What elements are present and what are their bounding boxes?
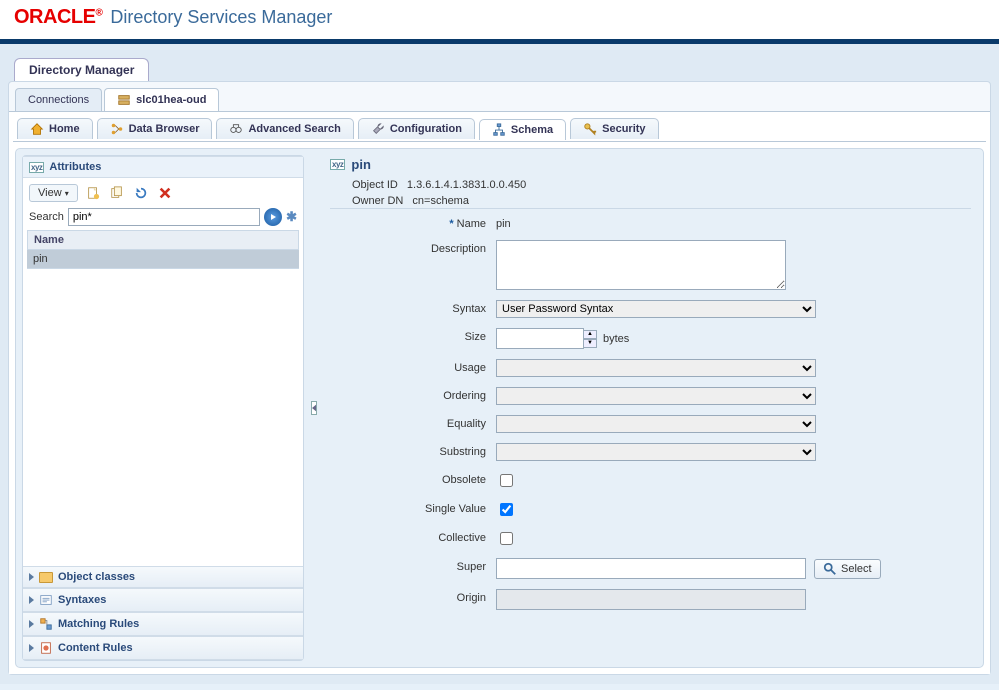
obsolete-label: Obsolete xyxy=(390,471,496,486)
view-menu[interactable]: View ▾ xyxy=(29,184,78,202)
column-name[interactable]: Name xyxy=(27,230,299,250)
clear-search-icon[interactable]: ✱ xyxy=(286,209,297,225)
single-value-checkbox[interactable] xyxy=(500,503,513,516)
nav-home[interactable]: Home xyxy=(17,118,93,139)
chevron-right-icon xyxy=(29,644,34,652)
tab-directory-manager[interactable]: Directory Manager xyxy=(14,58,149,81)
substring-select[interactable] xyxy=(496,443,816,461)
origin-label: Origin xyxy=(390,589,496,604)
form-table: *Name pin Description Syntax User Passwo… xyxy=(390,215,971,610)
substring-label: Substring xyxy=(390,443,496,458)
app-title: Directory Services Manager xyxy=(110,7,332,28)
refresh-icon[interactable] xyxy=(132,184,150,202)
size-spinner[interactable]: ▲ ▼ xyxy=(583,330,597,348)
detail-panel: xyz pin Object ID 1.3.6.1.4.1.3831.0.0.4… xyxy=(318,149,983,667)
single-value-label: Single Value xyxy=(390,500,496,515)
size-units: bytes xyxy=(603,333,629,345)
spinner-up-icon[interactable]: ▲ xyxy=(583,330,597,339)
delete-icon[interactable] xyxy=(156,184,174,202)
owner-dn-value: cn=schema xyxy=(412,195,469,207)
top-banner: ORACLE® Directory Services Manager xyxy=(0,0,999,44)
object-id-label: Object ID xyxy=(352,179,398,191)
ordering-select[interactable] xyxy=(496,387,816,405)
chevron-right-icon xyxy=(29,573,34,581)
super-input[interactable] xyxy=(496,558,806,579)
workspace: Directory Manager Connections slc01hea-o… xyxy=(0,44,999,684)
binoculars-icon xyxy=(229,122,243,136)
server-icon xyxy=(117,93,131,107)
inner-area: Home Data Browser Advanced Search Config… xyxy=(9,111,990,674)
syntaxes-icon xyxy=(39,593,53,607)
section-attributes[interactable]: xyz Attributes xyxy=(23,156,303,178)
name-value: pin xyxy=(496,215,511,230)
spinner-down-icon[interactable]: ▼ xyxy=(583,339,597,348)
search-label: Search xyxy=(29,211,64,223)
obsolete-checkbox[interactable] xyxy=(500,474,513,487)
attributes-body: View ▾ xyxy=(23,178,303,566)
nav-advanced-search[interactable]: Advanced Search xyxy=(216,118,353,139)
usage-select[interactable] xyxy=(496,359,816,377)
equality-label: Equality xyxy=(390,415,496,430)
magnifier-icon xyxy=(823,562,837,576)
connection-tabs: Connections slc01hea-oud xyxy=(9,88,990,111)
home-icon xyxy=(30,122,44,136)
owner-dn-label: Owner DN xyxy=(352,195,403,207)
search-input[interactable] xyxy=(68,208,260,226)
section-content-rules[interactable]: Content Rules xyxy=(23,636,303,660)
object-id-value: 1.3.6.1.4.1.3831.0.0.450 xyxy=(407,179,526,191)
outer-panel: Connections slc01hea-oud Home Data Brows… xyxy=(8,81,991,675)
section-matching-rules[interactable]: Matching Rules xyxy=(23,612,303,636)
nav-configuration[interactable]: Configuration xyxy=(358,118,475,139)
new-icon[interactable] xyxy=(84,184,102,202)
description-input[interactable] xyxy=(496,240,786,290)
matching-rules-icon xyxy=(39,617,53,631)
splitter[interactable] xyxy=(310,149,318,667)
usage-label: Usage xyxy=(390,359,496,374)
content-rules-icon xyxy=(39,641,53,655)
section-syntaxes[interactable]: Syntaxes xyxy=(23,588,303,612)
attribute-icon: xyz xyxy=(330,159,345,170)
chevron-right-icon xyxy=(29,620,34,628)
size-label: Size xyxy=(390,328,496,343)
search-go-button[interactable] xyxy=(264,208,282,226)
nav-data-browser[interactable]: Data Browser xyxy=(97,118,213,139)
tab-server[interactable]: slc01hea-oud xyxy=(104,88,219,111)
wrench-icon xyxy=(371,122,385,136)
syntax-select[interactable]: User Password Syntax xyxy=(496,300,816,318)
nav-schema[interactable]: Schema xyxy=(479,119,566,140)
new-like-icon[interactable] xyxy=(108,184,126,202)
schema-icon xyxy=(492,123,506,137)
select-button[interactable]: Select xyxy=(814,559,881,579)
section-object-classes[interactable]: Object classes xyxy=(23,566,303,588)
size-input[interactable] xyxy=(496,328,584,349)
name-label: Name xyxy=(457,218,486,230)
collapse-left-icon xyxy=(311,401,317,415)
nav-tabs: Home Data Browser Advanced Search Config… xyxy=(13,116,986,142)
nav-security[interactable]: Security xyxy=(570,118,658,139)
ordering-label: Ordering xyxy=(390,387,496,402)
result-item[interactable]: pin xyxy=(27,250,299,269)
play-icon xyxy=(268,212,278,222)
detail-title-bar: xyz pin Object ID 1.3.6.1.4.1.3831.0.0.4… xyxy=(330,157,971,209)
syntax-label: Syntax xyxy=(390,300,496,315)
tab-connections[interactable]: Connections xyxy=(15,88,102,111)
attributes-icon: xyz xyxy=(29,162,44,173)
content-row: xyz Attributes View ▾ xyxy=(15,148,984,668)
equality-select[interactable] xyxy=(496,415,816,433)
collective-checkbox[interactable] xyxy=(500,532,513,545)
detail-title: pin xyxy=(351,157,371,172)
tree-icon xyxy=(110,122,124,136)
description-label: Description xyxy=(390,240,496,255)
side-panel: xyz Attributes View ▾ xyxy=(22,155,304,661)
collective-label: Collective xyxy=(390,529,496,544)
folder-icon xyxy=(39,572,53,583)
super-label: Super xyxy=(390,558,496,573)
origin-input xyxy=(496,589,806,610)
chevron-right-icon xyxy=(29,596,34,604)
oracle-logo: ORACLE® xyxy=(14,6,102,29)
key-icon xyxy=(583,122,597,136)
